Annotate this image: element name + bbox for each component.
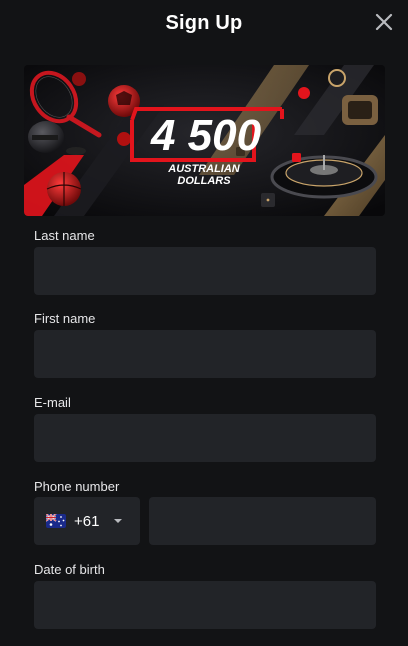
promo-banner: 4 500 AUSTRALIAN DOLLARS: [24, 65, 385, 216]
first-name-label: First name: [34, 311, 96, 326]
phone-label: Phone number: [34, 479, 120, 494]
last-name-label: Last name: [34, 228, 95, 243]
email-input[interactable]: [34, 414, 376, 462]
country-code-value: +61: [74, 512, 100, 530]
phone-number-input[interactable]: [149, 497, 376, 545]
dob-input[interactable]: [34, 581, 376, 629]
first-name-input[interactable]: [34, 330, 376, 378]
banner-currency-line1: AUSTRALIAN: [167, 163, 241, 175]
close-icon[interactable]: [372, 10, 396, 34]
australia-flag-icon: [46, 514, 66, 528]
last-name-input[interactable]: [34, 247, 376, 295]
country-code-select[interactable]: +61: [34, 497, 140, 545]
banner-currency-line2: DOLLARS: [177, 175, 231, 187]
modal-title: Sign Up: [165, 12, 243, 34]
email-label: E-mail: [34, 395, 71, 410]
chevron-down-icon: [114, 519, 123, 523]
signup-modal: Sign Up 4 500 AUSTRALIAN DOLLARS Last na…: [0, 0, 408, 646]
dob-label: Date of birth: [34, 562, 105, 577]
banner-amount: 4 500: [150, 111, 262, 160]
